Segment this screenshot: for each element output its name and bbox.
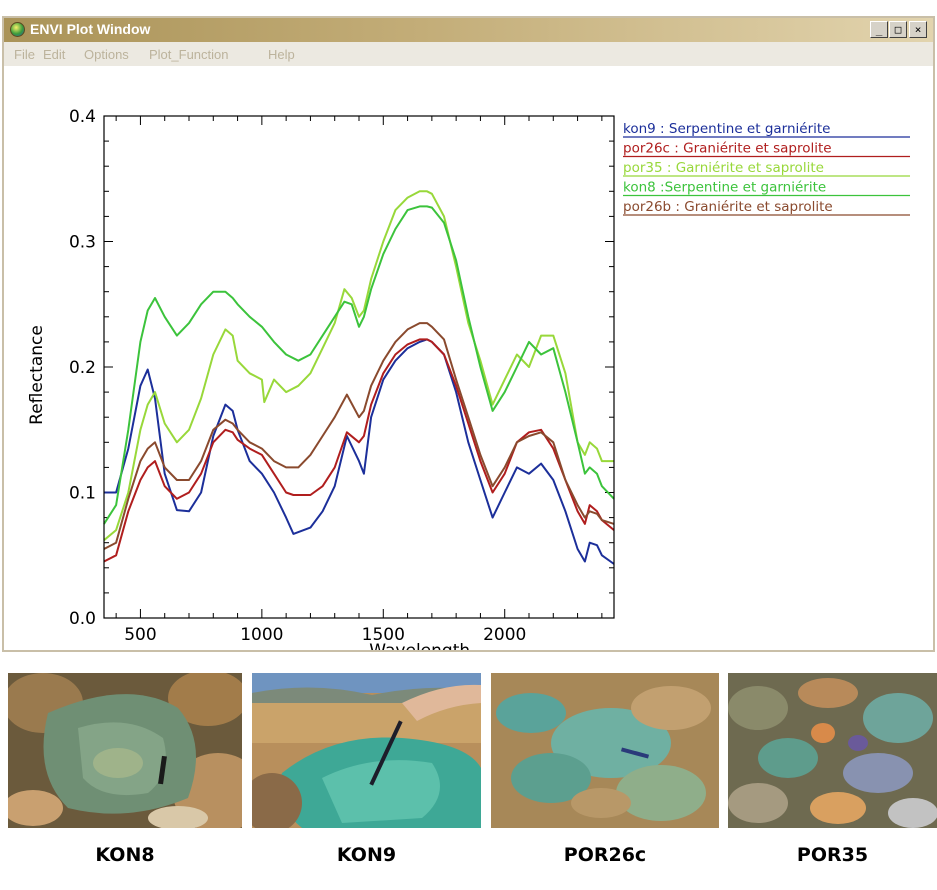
envi-app-icon xyxy=(10,22,25,37)
y-tick-label: 0.3 xyxy=(69,233,96,253)
series-line-1 xyxy=(103,338,615,563)
series-line-0 xyxy=(104,338,615,565)
maximize-button[interactable]: □ xyxy=(889,21,907,38)
photo-label-kon9: KON9 xyxy=(336,844,397,866)
y-tick-label: 0.2 xyxy=(69,358,96,378)
y-tick-label: 0.0 xyxy=(69,609,96,629)
photo-por35 xyxy=(728,673,937,828)
y-axis-label: Reflectance xyxy=(27,325,47,425)
photo-por26c-image xyxy=(491,673,719,828)
legend-entry-0: kon9 : Serpentine et garniérite xyxy=(623,121,830,137)
x-tick-label: 2000 xyxy=(483,625,526,645)
sample-photos: KON8 KON9 POR26c POR35 xyxy=(0,673,937,890)
plot-frame xyxy=(103,115,615,619)
series-line-2 xyxy=(103,190,614,541)
series-line-3 xyxy=(103,205,615,525)
legend-entry-2: por35 : Garniérite et saprolite xyxy=(623,160,824,176)
menu-edit[interactable]: Edit xyxy=(43,47,65,62)
series-lines xyxy=(103,190,615,565)
minimize-button[interactable]: _ xyxy=(870,21,888,38)
spectral-plot: 5001000150020000.00.10.20.30.4 Wavelengt… xyxy=(27,107,910,650)
axis-ticks: 500 1000 1500 20000.00.10.20.30.4 xyxy=(69,107,614,645)
legend-entry-3: kon8 :Serpentine et garniérite xyxy=(623,180,826,196)
close-button[interactable]: × xyxy=(909,21,927,38)
y-tick-label: 0.1 xyxy=(69,484,96,504)
menu-file[interactable]: File xyxy=(14,47,35,62)
legend: kon9 : Serpentine et garniérite por26c : … xyxy=(623,121,910,216)
legend-entry-1: por26c : Graniérite et saprolite xyxy=(623,141,832,157)
photo-label-por26c: POR26c xyxy=(563,844,647,866)
photo-label-por35: POR35 xyxy=(796,844,869,866)
photo-por26c xyxy=(491,673,719,828)
photo-label-kon8: KON8 xyxy=(95,844,155,866)
envi-plot-window: ENVI Plot Window _ □ × File Edit Options… xyxy=(2,16,935,652)
photo-kon9-image xyxy=(252,673,481,828)
menu-options[interactable]: Options xyxy=(84,47,129,62)
photo-kon9 xyxy=(252,673,481,828)
photo-kon8-image xyxy=(8,673,242,828)
menu-plot-function[interactable]: Plot_Function xyxy=(149,47,229,62)
menu-help[interactable]: Help xyxy=(268,47,295,62)
photo-por35-image xyxy=(728,673,937,828)
menu-bar: File Edit Options Plot_Function Help xyxy=(4,42,933,66)
y-tick-label: 0.4 xyxy=(69,107,96,127)
series-line-4 xyxy=(103,322,615,550)
window-title: ENVI Plot Window xyxy=(30,21,151,37)
x-tick-label: 500 xyxy=(124,625,156,645)
photo-kon8 xyxy=(8,673,242,828)
legend-entry-4: por26b : Graniérite et saprolite xyxy=(623,199,833,215)
title-bar[interactable]: ENVI Plot Window _ □ × xyxy=(4,18,933,42)
x-tick-label: 1000 xyxy=(240,625,283,645)
x-axis-label: Wavelength xyxy=(369,641,470,650)
